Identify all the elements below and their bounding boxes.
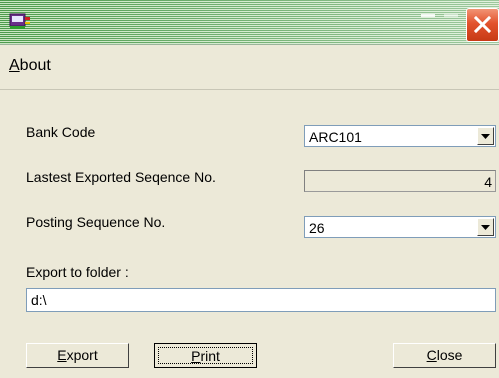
title-bar[interactable] <box>0 0 499 45</box>
bank-code-dropdown-button[interactable] <box>477 127 494 145</box>
latest-seq-label: Lastest Exported Seqence No. <box>26 169 216 185</box>
posting-seq-combo[interactable]: 26 <box>304 216 496 238</box>
print-focus-ring: Print <box>158 347 253 364</box>
export-folder-label: Export to folder : <box>26 264 129 280</box>
bank-code-value: ARC101 <box>309 129 362 145</box>
latest-seq-value: 4 <box>484 174 492 190</box>
print-rest: rint <box>200 348 220 364</box>
chevron-down-icon <box>481 134 490 139</box>
latest-seq-field: 4 <box>304 170 496 192</box>
close-icon <box>474 16 491 33</box>
window-close-button[interactable] <box>466 8 499 42</box>
posting-seq-label: Posting Sequence No. <box>26 214 166 230</box>
close-mnemonic: C <box>426 347 437 363</box>
menu-bar: About <box>0 45 499 90</box>
menu-item-about[interactable]: About <box>9 57 51 75</box>
title-bar-shade <box>0 0 499 44</box>
posting-seq-dropdown-button[interactable] <box>477 218 494 236</box>
maximize-icon[interactable] <box>444 14 458 17</box>
bank-code-combo[interactable]: ARC101 <box>304 125 496 147</box>
export-folder-value: d:\ <box>31 292 47 308</box>
close-rest: lose <box>436 347 463 363</box>
menu-about-rest: bout <box>19 57 51 74</box>
posting-seq-value: 26 <box>309 220 325 236</box>
export-button[interactable]: Export <box>26 343 129 368</box>
chevron-down-icon <box>481 225 490 230</box>
export-rest: xport <box>66 347 98 363</box>
export-folder-input[interactable]: d:\ <box>26 288 496 312</box>
print-button[interactable]: Print <box>154 343 257 368</box>
menu-about-mnemonic: A <box>9 57 20 74</box>
app-window-icon[interactable] <box>9 12 33 32</box>
minimize-icon[interactable] <box>421 14 435 17</box>
close-button[interactable]: Close <box>393 343 496 368</box>
bank-code-label: Bank Code <box>26 124 96 140</box>
export-mnemonic: E <box>57 347 67 363</box>
